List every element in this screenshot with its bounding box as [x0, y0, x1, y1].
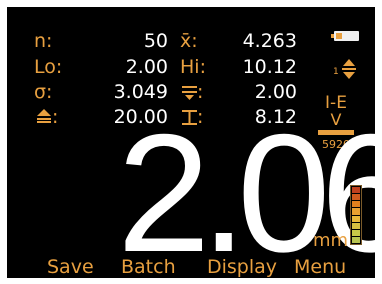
menu-softkey[interactable]: Menu [294, 256, 346, 278]
resolution-digit: 1 [333, 67, 339, 77]
stat-hi-label: Hi: [180, 56, 206, 78]
gauge-segment [352, 236, 360, 243]
gauge-segment [352, 187, 360, 194]
display-softkey[interactable]: Display [207, 256, 277, 278]
stat-xbar-label: x̄: [180, 30, 198, 52]
stat-hi-value: 10.12 [242, 56, 297, 78]
resolution-arrows-icon[interactable]: 1 [333, 59, 359, 79]
signal-gauge-icon [350, 185, 362, 245]
gauge-segment [352, 222, 360, 229]
gauge-segment [352, 229, 360, 236]
stat-n-label: n: [34, 30, 53, 52]
gauge-display-screen: n: Lo: σ: : 50 2.00 3.049 20.00 x̄: Hi: … [7, 7, 375, 278]
stat-n-value: 50 [143, 30, 168, 52]
gauge-segment [352, 194, 360, 201]
stat-zero-label: : [52, 106, 59, 128]
batch-softkey[interactable]: Batch [121, 256, 176, 278]
gauge-segment [352, 201, 360, 208]
gauge-segment [352, 208, 360, 215]
save-softkey[interactable]: Save [47, 256, 94, 278]
stat-lo-label: Lo: [34, 56, 63, 78]
thickness-reading: 2.06 [117, 99, 375, 278]
stat-sigma-label: σ: [34, 81, 53, 103]
reading-unit: mm [313, 230, 349, 251]
zero-plate-icon [37, 109, 51, 123]
stat-xbar-value: 4.263 [242, 30, 297, 52]
battery-icon [331, 31, 359, 41]
stat-lo-value: 2.00 [125, 56, 168, 78]
gauge-segment [352, 215, 360, 222]
